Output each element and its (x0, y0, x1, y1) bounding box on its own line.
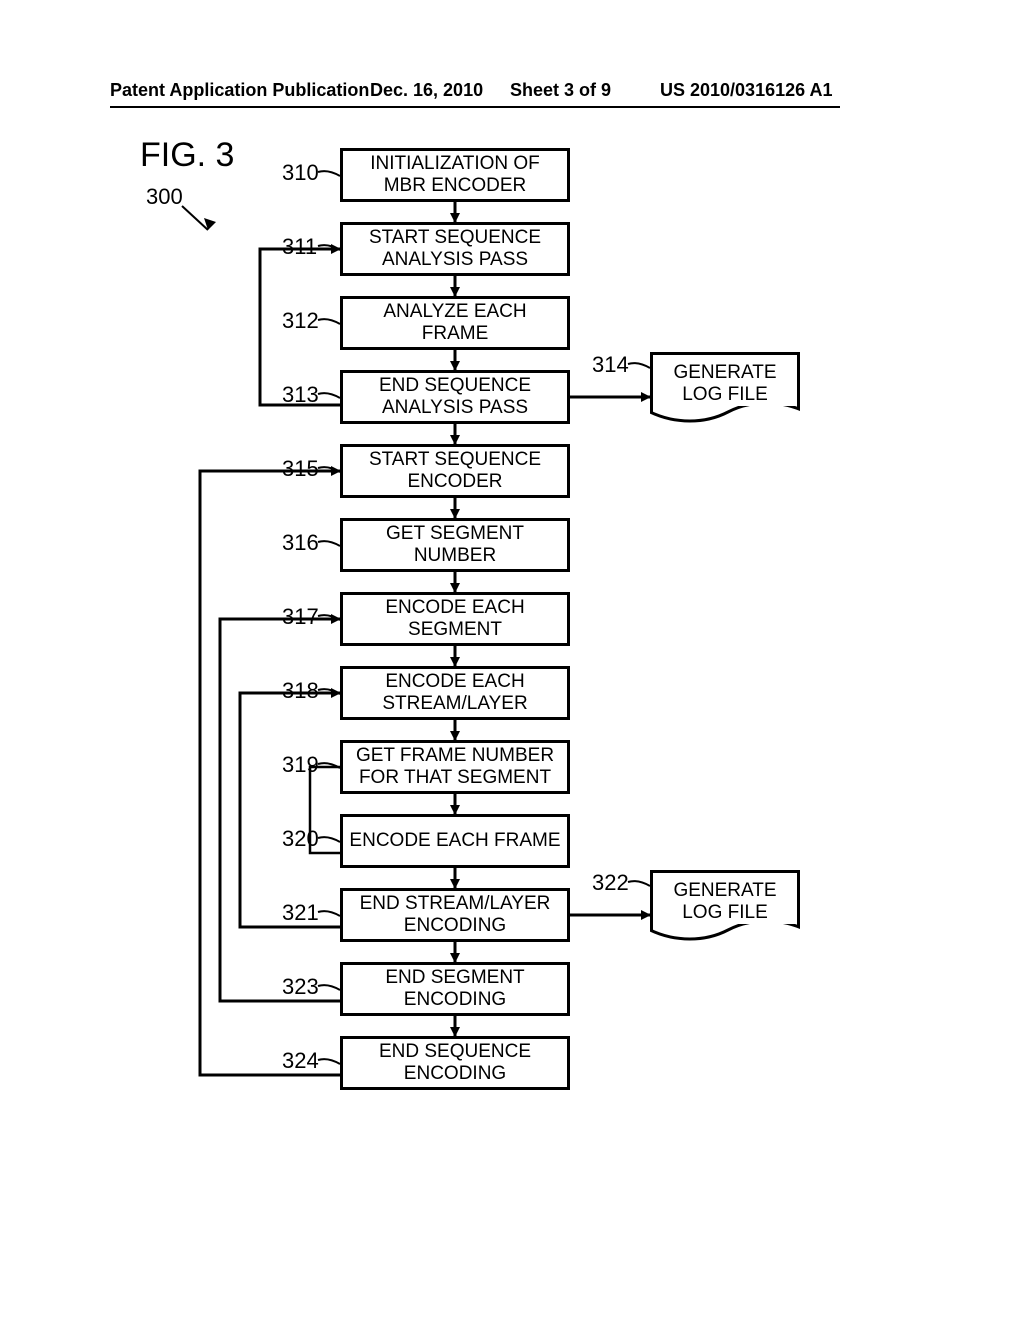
header-pubno: US 2010/0316126 A1 (660, 80, 832, 101)
box-313: END SEQUENCE ANALYSIS PASS (340, 370, 570, 424)
ref-319: 319 (282, 752, 319, 778)
ref-318: 318 (282, 678, 319, 704)
doc-322-bottom (650, 924, 800, 942)
header-publication: Patent Application Publication (110, 80, 369, 101)
box-324: END SEQUENCE ENCODING (340, 1036, 570, 1090)
box-310: INITIALIZATION OF MBR ENCODER (340, 148, 570, 202)
box-311: START SEQUENCE ANALYSIS PASS (340, 222, 570, 276)
doc-314: GENERATE LOG FILE (650, 352, 800, 412)
header-date: Dec. 16, 2010 (370, 80, 483, 101)
ref-314: 314 (592, 352, 629, 378)
header-rule (110, 106, 840, 108)
ref-310: 310 (282, 160, 319, 186)
ref-316: 316 (282, 530, 319, 556)
ref-312: 312 (282, 308, 319, 334)
box-319: GET FRAME NUMBER FOR THAT SEGMENT (340, 740, 570, 794)
figure-label: FIG. 3 (140, 136, 234, 175)
box-320: ENCODE EACH FRAME (340, 814, 570, 868)
box-317: ENCODE EACH SEGMENT (340, 592, 570, 646)
box-316: GET SEGMENT NUMBER (340, 518, 570, 572)
box-312: ANALYZE EACH FRAME (340, 296, 570, 350)
box-323: END SEGMENT ENCODING (340, 962, 570, 1016)
ref-317: 317 (282, 604, 319, 630)
ref-313: 313 (282, 382, 319, 408)
ref-324: 324 (282, 1048, 319, 1074)
doc-322: GENERATE LOG FILE (650, 870, 800, 930)
ref-320: 320 (282, 826, 319, 852)
ref-300: 300 (146, 184, 183, 210)
doc-314-bottom (650, 406, 800, 424)
doc-322-label: GENERATE LOG FILE (653, 880, 797, 924)
ref-315: 315 (282, 456, 319, 482)
box-318: ENCODE EACH STREAM/LAYER (340, 666, 570, 720)
ref-322: 322 (592, 870, 629, 896)
patent-figure-page: Patent Application Publication Dec. 16, … (0, 0, 1024, 1320)
box-315: START SEQUENCE ENCODER (340, 444, 570, 498)
ref-323: 323 (282, 974, 319, 1000)
box-321: END STREAM/LAYER ENCODING (340, 888, 570, 942)
doc-314-label: GENERATE LOG FILE (653, 362, 797, 406)
ref-321: 321 (282, 900, 319, 926)
header-sheet: Sheet 3 of 9 (510, 80, 611, 101)
ref-311: 311 (282, 234, 317, 260)
